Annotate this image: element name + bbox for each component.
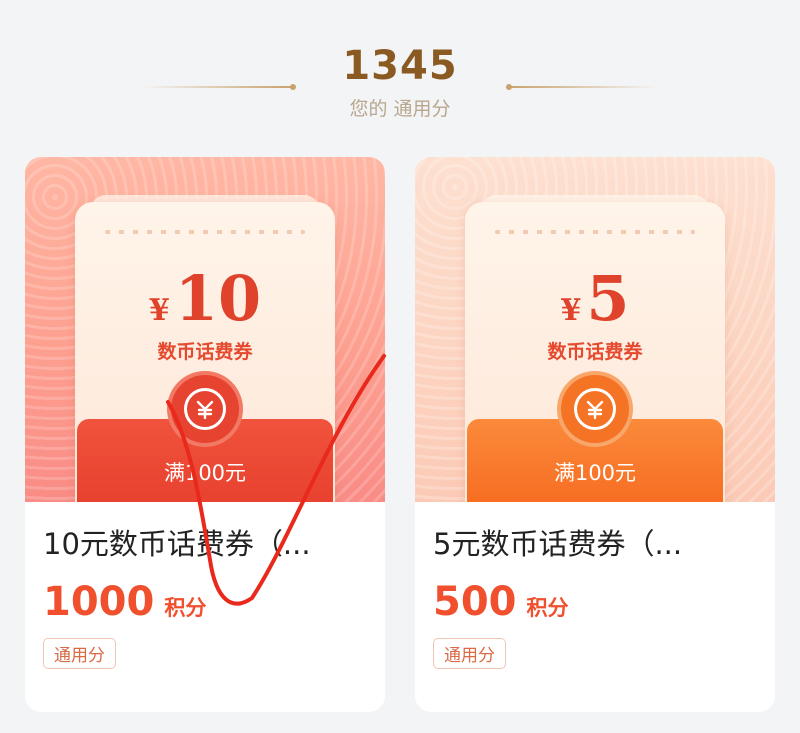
coupon-image: ¥ 10 数币话费券 满100元 [25, 157, 385, 502]
price-row: 500 积分 [433, 580, 757, 624]
product-card-5-yuan[interactable]: ¥ 5 数币话费券 满100元 5元数币话费券（... 500 积分 通用分 [415, 157, 775, 712]
product-info: 5元数币话费券（... 500 积分 通用分 [415, 502, 775, 712]
coupon-currency: ¥ [560, 293, 582, 328]
coupon-amount: ¥ 10 [75, 264, 335, 334]
coupon-title: 数币话费券 [547, 341, 643, 363]
digital-yuan-icon [561, 375, 629, 443]
coupon-currency: ¥ [148, 293, 170, 328]
coupon-condition: 满100元 [553, 461, 637, 485]
coupon-amount: ¥ 5 [465, 264, 725, 334]
coupon-number: 10 [174, 262, 262, 335]
points-mall-page: 1345 您的 通用分 ¥ 10 数币话费券 满100元 10元数币话费券（..… [0, 0, 800, 733]
price-row: 1000 积分 [43, 580, 367, 624]
product-card-10-yuan[interactable]: ¥ 10 数币话费券 满100元 10元数币话费券（... 1000 积分 通用… [25, 157, 385, 712]
product-title[interactable]: 5元数币话费券（... [433, 524, 757, 564]
points-type-tag: 通用分 [43, 638, 116, 669]
points-summary: 1345 您的 通用分 [0, 40, 800, 121]
price-unit: 积分 [526, 596, 569, 620]
price-unit: 积分 [164, 596, 207, 620]
digital-yuan-icon [171, 375, 239, 443]
product-title[interactable]: 10元数币话费券（... [43, 524, 367, 564]
coupon-number: 5 [586, 262, 630, 335]
coupon-image: ¥ 5 数币话费券 满100元 [415, 157, 775, 502]
coupon-title: 数币话费券 [157, 341, 253, 363]
price-value: 1000 [43, 579, 155, 625]
coupon-condition: 满100元 [163, 461, 247, 485]
points-caption: 您的 通用分 [349, 98, 451, 120]
product-info: 10元数币话费券（... 1000 积分 通用分 [25, 502, 385, 712]
points-balance: 1345 [342, 43, 458, 89]
price-value: 500 [433, 579, 517, 625]
ticket-perforation [105, 230, 305, 234]
ticket-perforation [495, 230, 695, 234]
points-type-tag: 通用分 [433, 638, 506, 669]
